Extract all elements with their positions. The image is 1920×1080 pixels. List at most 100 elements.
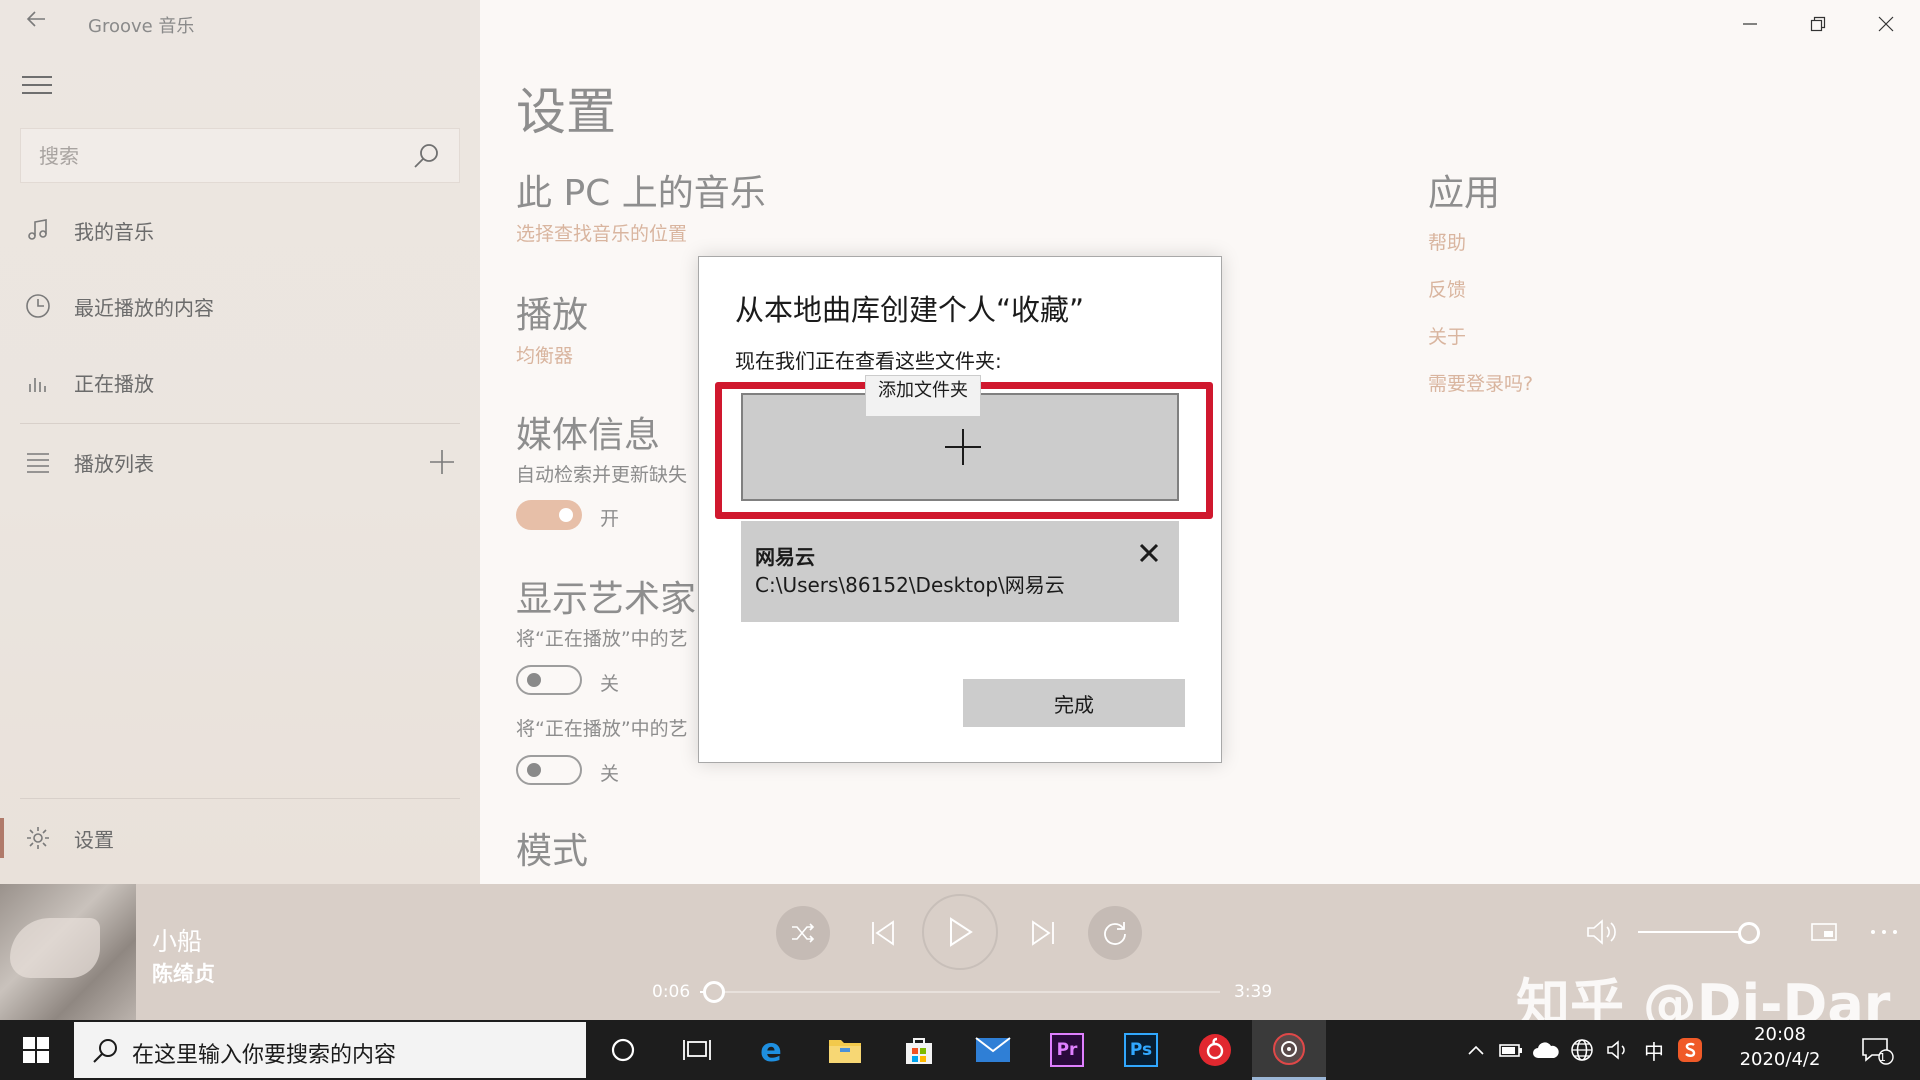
search-box <box>20 128 460 183</box>
sogou-ime-tray[interactable] <box>1674 1020 1706 1080</box>
show-artist-toggle-1[interactable] <box>516 665 582 695</box>
groove-music-icon <box>1273 1032 1305 1065</box>
progress-track[interactable] <box>700 991 1220 993</box>
onedrive-tray[interactable] <box>1530 1020 1562 1080</box>
more-options-button[interactable] <box>1864 914 1904 950</box>
show-artist-toggle-2[interactable] <box>516 755 582 785</box>
system-clock[interactable]: 20:08 2020/4/2 <box>1720 1024 1840 1070</box>
back-button[interactable] <box>20 8 52 40</box>
groove-music-button[interactable] <box>1252 1020 1326 1080</box>
elapsed-time: 0:06 <box>652 982 691 1002</box>
show-artist-description-2: 将“正在播放”中的艺 <box>516 718 688 740</box>
next-button[interactable] <box>1016 906 1070 960</box>
section-title-media-info: 媒体信息 <box>516 415 661 456</box>
minimize-icon <box>1743 23 1757 25</box>
globe-icon <box>1571 1039 1593 1061</box>
photoshop-button[interactable]: Ps <box>1104 1020 1178 1080</box>
album-art[interactable] <box>0 884 136 1020</box>
network-tray[interactable] <box>1566 1020 1598 1080</box>
netease-music-button[interactable] <box>1178 1020 1252 1080</box>
playlist-icon <box>24 448 52 476</box>
clock-date: 2020/4/2 <box>1739 1049 1821 1070</box>
edge-button[interactable]: e <box>734 1020 808 1080</box>
repeat-icon <box>1104 922 1126 945</box>
sidebar-item-my-music[interactable]: 我的音乐 <box>0 200 480 260</box>
search-input[interactable] <box>21 129 401 182</box>
done-button[interactable]: 完成 <box>963 679 1185 727</box>
task-view-button[interactable] <box>660 1020 734 1080</box>
sign-in-link[interactable]: 需要登录吗? <box>1428 369 1533 396</box>
volume-slider[interactable] <box>1638 931 1750 933</box>
battery-tray[interactable] <box>1496 1020 1526 1080</box>
help-link[interactable]: 帮助 <box>1428 228 1466 255</box>
taskbar-search-box[interactable]: 在这里输入你要搜索的内容 <box>74 1022 586 1078</box>
sidebar-item-now-playing[interactable]: 正在播放 <box>0 352 480 412</box>
photoshop-icon: Ps <box>1124 1033 1158 1067</box>
section-title-mode: 模式 <box>516 831 589 872</box>
progress-thumb[interactable] <box>703 981 725 1003</box>
equalizer-link[interactable]: 均衡器 <box>516 341 573 368</box>
sidebar-item-label: 播放列表 <box>74 451 154 476</box>
track-artist[interactable]: 陈绮贞 <box>152 958 215 988</box>
feedback-link[interactable]: 反馈 <box>1428 275 1466 302</box>
folder-name: 网易云 <box>755 545 815 569</box>
restore-icon <box>1810 16 1826 32</box>
track-title[interactable]: 小船 <box>152 922 202 958</box>
play-button[interactable] <box>922 894 998 970</box>
media-info-toggle[interactable] <box>516 500 582 530</box>
cortana-icon <box>611 1038 635 1062</box>
volume-button[interactable] <box>1580 912 1624 952</box>
add-playlist-icon[interactable] <box>426 446 458 478</box>
about-link[interactable]: 关于 <box>1428 322 1466 349</box>
sidebar-item-label: 正在播放 <box>74 371 154 396</box>
show-hidden-icons-button[interactable] <box>1462 1020 1490 1080</box>
remove-folder-icon[interactable] <box>1137 541 1161 565</box>
windows-logo-icon <box>23 1037 49 1063</box>
task-view-icon <box>683 1040 711 1060</box>
section-title-music-on-pc: 此 PC 上的音乐 <box>516 173 766 214</box>
hamburger-menu-icon[interactable] <box>22 76 52 96</box>
notification-icon <box>1862 1038 1894 1065</box>
minimize-button[interactable] <box>1716 0 1784 48</box>
start-button[interactable] <box>0 1020 72 1080</box>
cortana-button[interactable] <box>586 1020 660 1080</box>
shuffle-icon <box>792 923 815 943</box>
file-explorer-icon <box>829 1040 861 1063</box>
search-icon[interactable] <box>411 141 441 171</box>
sogou-icon <box>1678 1038 1702 1062</box>
sidebar-item-playlists[interactable]: 播放列表 <box>0 432 480 492</box>
sidebar-item-recent[interactable]: 最近播放的内容 <box>0 276 480 336</box>
cloud-sync-icon <box>1533 1042 1559 1058</box>
play-icon <box>950 917 973 947</box>
action-center-button[interactable]: 1 <box>1852 1020 1902 1080</box>
mini-player-icon <box>1811 923 1837 941</box>
music-note-icon <box>24 216 52 244</box>
sidebar-item-label: 我的音乐 <box>74 219 154 244</box>
restore-button[interactable] <box>1784 0 1852 48</box>
show-artist-toggle-1-state: 关 <box>600 673 620 695</box>
back-arrow-icon <box>26 11 45 27</box>
skip-previous-icon <box>872 920 894 946</box>
speaker-icon <box>1607 1040 1625 1060</box>
section-title-app: 应用 <box>1428 173 1501 214</box>
volume-tray[interactable] <box>1602 1020 1634 1080</box>
shuffle-button[interactable] <box>776 906 830 960</box>
sidebar-item-settings[interactable]: 设置 <box>0 808 480 868</box>
chevron-up-icon <box>1468 1045 1484 1055</box>
file-explorer-button[interactable] <box>808 1020 882 1080</box>
mail-button[interactable] <box>956 1020 1030 1080</box>
previous-button[interactable] <box>856 906 910 960</box>
folder-path: C:\Users\86152\Desktop\网易云 <box>755 573 1065 597</box>
section-title-show-artist: 显示艺术家 <box>516 579 697 620</box>
mail-icon <box>975 1037 1011 1062</box>
sidebar-item-label: 设置 <box>74 827 114 852</box>
mini-player-button[interactable] <box>1806 914 1842 950</box>
close-button[interactable] <box>1852 0 1920 48</box>
ime-indicator[interactable]: 中 <box>1638 1020 1670 1080</box>
choose-music-location-link[interactable]: 选择查找音乐的位置 <box>516 219 687 246</box>
store-button[interactable] <box>882 1020 956 1080</box>
volume-thumb[interactable] <box>1738 922 1760 944</box>
repeat-button[interactable] <box>1088 906 1142 960</box>
premiere-button[interactable]: Pr <box>1030 1020 1104 1080</box>
search-icon <box>93 1039 117 1063</box>
